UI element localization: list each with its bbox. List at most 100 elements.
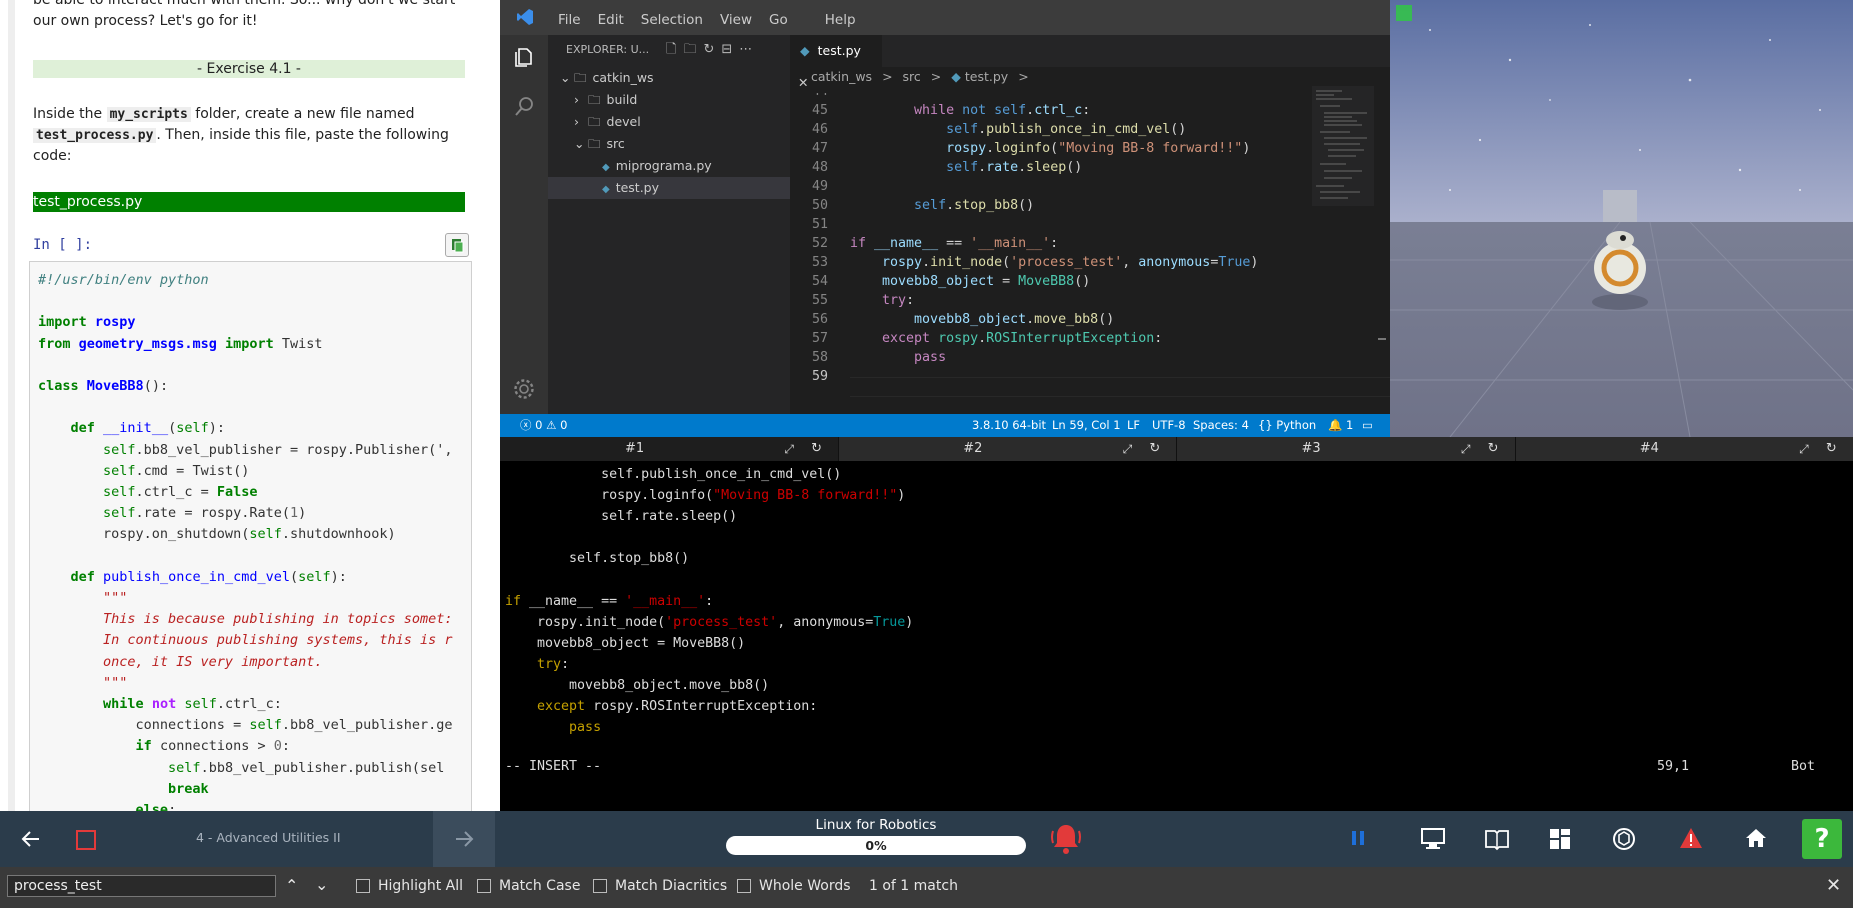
file-encoding[interactable]: UTF-8: [1152, 414, 1186, 437]
terminal-tab[interactable]: #2 ⤢ ↻: [838, 437, 1178, 461]
collapse-all-icon[interactable]: ⊟: [721, 42, 739, 57]
editor-line: 46 self.publish_once_in_cmd_vel(): [811, 122, 1187, 137]
menu-view[interactable]: View: [720, 12, 752, 28]
gazebo-scene: [1390, 0, 1853, 437]
code-line: break: [168, 780, 209, 797]
terminal-tab[interactable]: #1 ⤢ ↻: [500, 437, 839, 463]
dashboard-grid-icon[interactable]: [1549, 828, 1571, 850]
vertical-scrollbar[interactable]: [1374, 86, 1386, 341]
notification-bell-icon[interactable]: [1048, 821, 1084, 857]
help-button[interactable]: ?: [1802, 819, 1842, 859]
refresh-icon[interactable]: ↻: [1149, 437, 1160, 461]
terminal-line: if __name__ == '__main__':: [505, 593, 714, 609]
menu-help[interactable]: Help: [825, 12, 856, 28]
breadcrumb-src[interactable]: src: [903, 69, 921, 84]
more-actions-icon[interactable]: ⋯: [739, 42, 759, 57]
python-interpreter[interactable]: 3.8.10 64-bit: [972, 414, 1046, 437]
whole-words-checkbox[interactable]: Whole Words: [737, 878, 851, 894]
warning-icon[interactable]: [1679, 827, 1703, 849]
next-button[interactable]: [433, 811, 495, 867]
search-icon[interactable]: [512, 95, 536, 119]
close-find-icon[interactable]: ✕: [1826, 875, 1841, 896]
language-mode[interactable]: {} Python: [1258, 414, 1316, 437]
activity-bar: [500, 35, 548, 414]
terminal-line: except rospy.ROSInterruptException:: [537, 699, 818, 715]
tree-item[interactable]: › 🗀 build: [548, 89, 790, 111]
find-input[interactable]: [7, 875, 276, 897]
menu-go[interactable]: Go: [769, 12, 788, 28]
forward-arrow-icon: [456, 831, 474, 847]
status-bar: ⓧ 0 ⚠ 0 3.8.10 64-bit Ln 59, Col 1 LF UT…: [500, 414, 1390, 437]
copy-button[interactable]: [445, 233, 469, 257]
terminal-tab[interactable]: #4 ⤢ ↻: [1515, 437, 1853, 461]
files-icon[interactable]: [512, 45, 536, 69]
refresh-icon[interactable]: ↻: [1488, 437, 1499, 461]
code-line: """: [38, 590, 128, 607]
tree-item[interactable]: ◆ miprograma.py: [548, 155, 790, 177]
minimap-preview: [1316, 90, 1367, 199]
tab-test-py[interactable]: ◆ test.py ✕: [790, 35, 882, 90]
layout-icon[interactable]: ▭: [1362, 414, 1373, 437]
settings-gear-icon[interactable]: [512, 377, 536, 401]
simulation-view[interactable]: [1390, 0, 1853, 437]
maximize-icon[interactable]: ⤢: [784, 437, 794, 461]
match-diacritics-checkbox[interactable]: Match Diacritics: [593, 878, 727, 894]
refresh-icon[interactable]: ↻: [811, 437, 822, 461]
highlight-all-checkbox[interactable]: Highlight All: [356, 878, 463, 894]
chevron-right-icon: ›: [574, 92, 579, 107]
tree-item[interactable]: ◆ test.py: [548, 177, 790, 199]
tree-item[interactable]: › 🗀 devel: [548, 111, 790, 133]
menu-selection[interactable]: Selection: [641, 12, 703, 28]
notifications-bell[interactable]: 🔔 1: [1328, 414, 1353, 437]
ai-assistant-icon[interactable]: [1611, 826, 1637, 852]
refresh-icon[interactable]: ↻: [1826, 437, 1837, 461]
code-cell[interactable]: #!/usr/bin/env python import rospy from g…: [29, 261, 472, 811]
desktop-icon[interactable]: [1420, 827, 1446, 851]
terminal[interactable]: self.publish_once_in_cmd_vel() rospy.log…: [500, 461, 1853, 811]
editor-line: 55 try:: [811, 293, 915, 308]
explorer-title: EXPLORER: U...: [566, 43, 650, 56]
find-previous-icon[interactable]: ⌃: [285, 876, 298, 895]
indentation[interactable]: Spaces: 4: [1193, 414, 1249, 437]
stop-button[interactable]: [76, 830, 96, 850]
maximize-icon[interactable]: ⤢: [1123, 437, 1133, 461]
end-of-line[interactable]: LF: [1127, 414, 1140, 437]
code-line: class MoveBB8():: [38, 378, 169, 395]
editor-line: 51: [811, 217, 828, 232]
close-tab-icon[interactable]: ✕: [798, 75, 808, 90]
match-case-checkbox[interactable]: Match Case: [477, 878, 580, 894]
breadcrumb-catkin-ws[interactable]: catkin_ws: [811, 69, 872, 84]
code-line: connections = self.bb8_vel_publisher.ge: [38, 717, 453, 734]
code-line: from geometry_msgs.msg import Twist: [38, 335, 323, 352]
menu-file[interactable]: File: [558, 12, 581, 28]
pause-button[interactable]: [1350, 830, 1366, 850]
problems-status[interactable]: ⓧ 0 ⚠ 0: [520, 414, 567, 437]
maximize-icon[interactable]: ⤢: [1461, 437, 1471, 461]
vscode-logo-icon: [517, 9, 533, 25]
breadcrumb-test-py[interactable]: test.py: [965, 69, 1008, 84]
notebook-book-icon[interactable]: [1484, 827, 1510, 851]
refresh-icon[interactable]: ↻: [703, 42, 721, 57]
back-arrow-icon[interactable]: [20, 828, 42, 850]
menu-edit[interactable]: Edit: [598, 12, 624, 28]
terminal-tab-label: #2: [963, 441, 983, 456]
tree-item[interactable]: ⌄ 🗀 src: [548, 133, 790, 155]
code-editor[interactable]: 44 45 while not self.ctrl_c: 46 self.publi…: [790, 93, 1390, 403]
course-title: Linux for Robotics: [815, 817, 937, 833]
cursor-position[interactable]: Ln 59, Col 1: [1052, 414, 1121, 437]
maximize-icon[interactable]: ⤢: [1799, 437, 1809, 461]
find-next-icon[interactable]: ⌄: [315, 875, 328, 894]
terminal-tab[interactable]: #3 ⤢ ↻: [1177, 437, 1516, 461]
code-line: self.bb8_vel_publisher = rospy.Publisher…: [103, 441, 453, 458]
code-lines: 44 45 while not self.ctrl_c: 46 self.publi…: [790, 93, 1390, 386]
editor-line: 53 rospy.init_node('process_test', anony…: [811, 255, 1259, 270]
minimap[interactable]: [1312, 86, 1374, 206]
home-icon[interactable]: [1744, 827, 1768, 849]
tree-item[interactable]: ⌄ 🗀 catkin_ws: [548, 67, 790, 89]
new-file-icon[interactable]: 🗋: [666, 42, 683, 57]
new-folder-icon[interactable]: 🗀: [683, 42, 703, 57]
terminal-tab-label: #3: [1301, 441, 1321, 456]
folder-icon: 🗀: [588, 114, 601, 129]
